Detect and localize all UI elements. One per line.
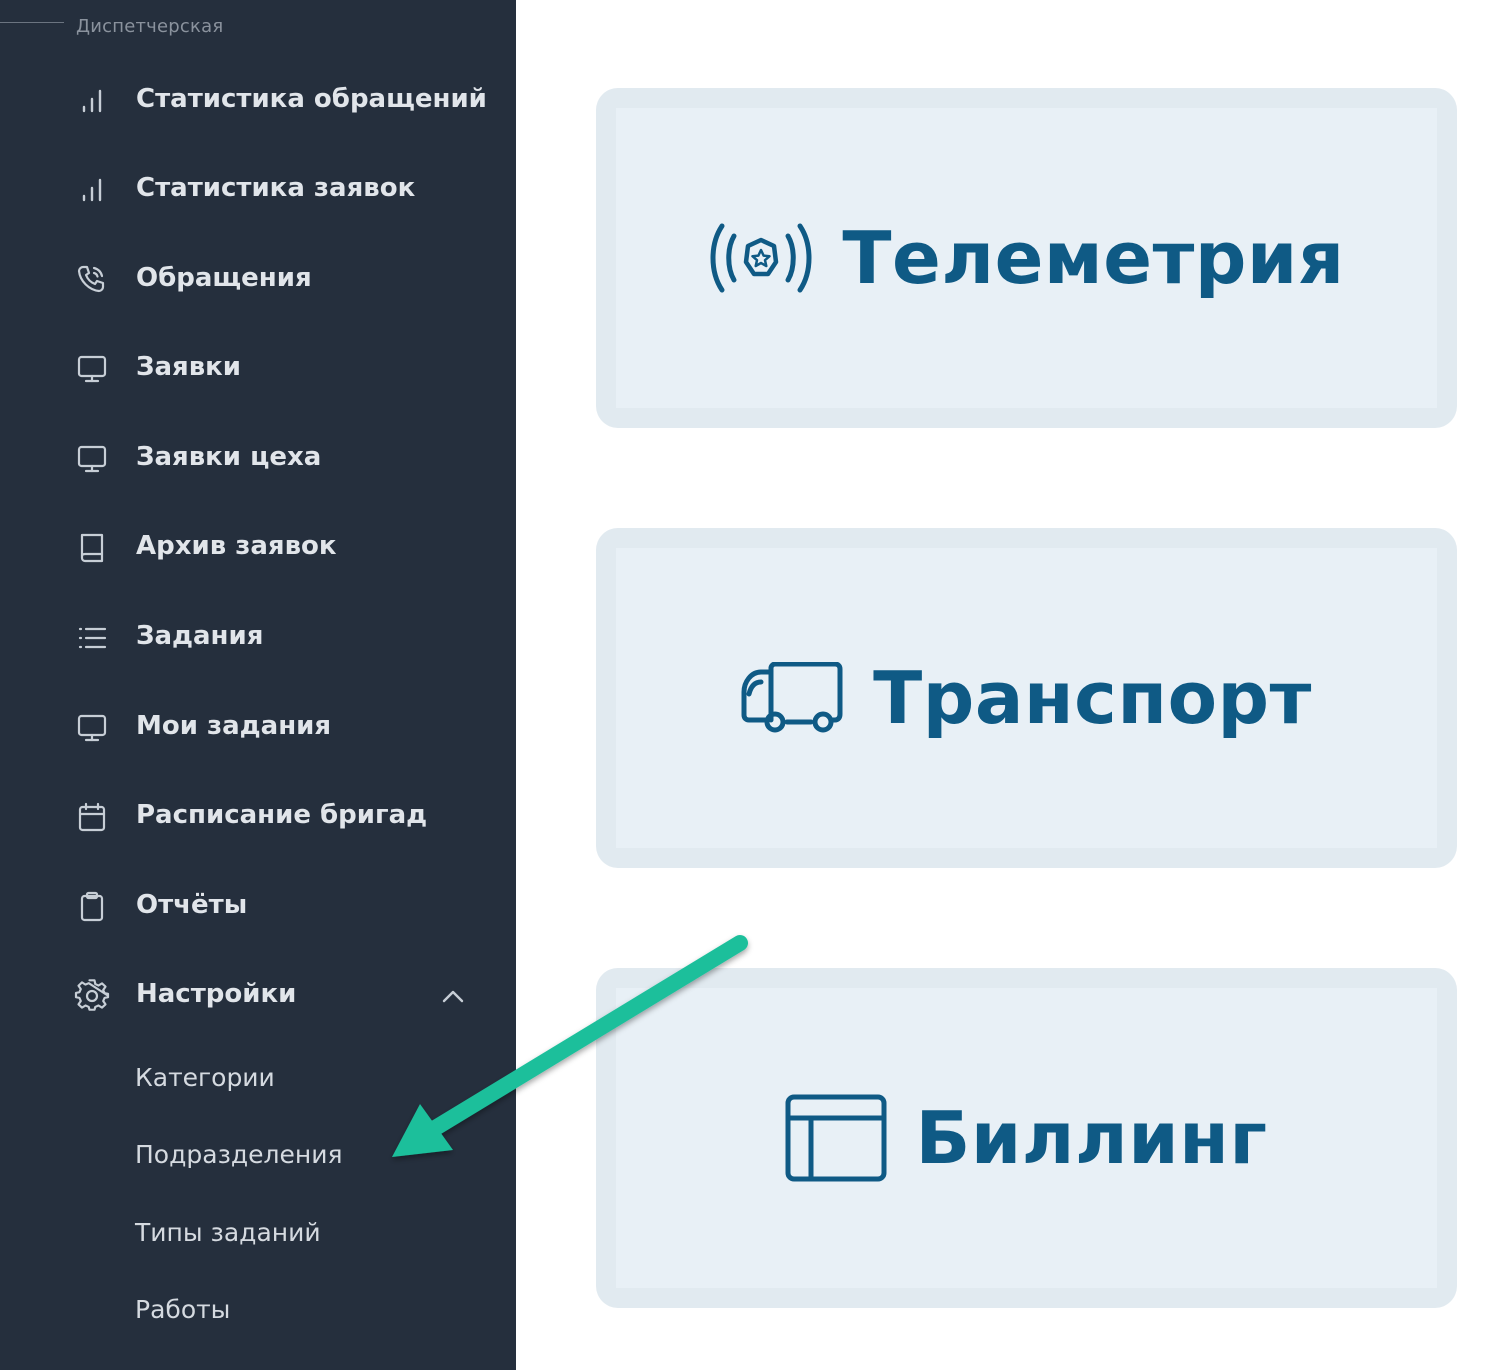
card-title: Транспорт xyxy=(873,656,1312,740)
monitor-icon xyxy=(74,351,110,387)
sidebar-item-label: Обращения xyxy=(136,263,312,293)
card-title: Телеметрия xyxy=(842,216,1345,300)
section-label: Диспетчерская xyxy=(76,16,224,37)
card-content: Телеметрия xyxy=(596,88,1457,428)
sidebar-item-label: Расписание бригад xyxy=(136,800,428,830)
sidebar-item-tickets-archive[interactable]: Архив заявок xyxy=(0,517,516,577)
sidebar-subitem-label: Категории xyxy=(135,1063,275,1092)
book-icon xyxy=(74,530,110,566)
phone-call-icon xyxy=(74,262,110,298)
billing-window-icon xyxy=(785,1094,887,1182)
sidebar-subitem-label: Типы заданий xyxy=(135,1218,321,1247)
sidebar-item-team-schedule[interactable]: Расписание бригад xyxy=(0,786,516,846)
sidebar-item-label: Статистика заявок xyxy=(136,173,416,203)
sidebar-subitem-label: Подразделения xyxy=(135,1140,343,1169)
sidebar-item-label: Отчёты xyxy=(136,890,248,920)
sidebar-subitem-label: Работы xyxy=(135,1295,231,1324)
sidebar-subitem-departments[interactable]: Подразделения xyxy=(0,1130,516,1180)
telemetry-broadcast-icon xyxy=(711,223,812,293)
sidebar-subitem-categories[interactable]: Категории xyxy=(0,1053,516,1103)
sidebar-item-label: Архив заявок xyxy=(136,531,337,561)
card-content: Транспорт xyxy=(596,528,1457,868)
card-transport[interactable]: Транспорт xyxy=(596,528,1457,868)
sidebar-subitem-task-types[interactable]: Типы заданий xyxy=(0,1208,516,1258)
sidebar-item-requests[interactable]: Обращения xyxy=(0,249,516,309)
section-divider xyxy=(0,22,64,23)
monitor-icon xyxy=(74,710,110,746)
sidebar-item-my-tasks[interactable]: Мои задания xyxy=(0,697,516,757)
card-title: Биллинг xyxy=(915,1096,1268,1180)
sidebar-item-label: Задания xyxy=(136,621,264,651)
card-billing[interactable]: Биллинг xyxy=(596,968,1457,1308)
sidebar-item-label: Настройки xyxy=(136,979,297,1009)
monitor-icon xyxy=(74,441,110,477)
sidebar: Диспетчерская Статистика обращений Стати… xyxy=(0,0,516,1370)
truck-icon xyxy=(741,662,843,733)
chevron-up-icon[interactable] xyxy=(438,983,468,1009)
sidebar-subitem-works[interactable]: Работы xyxy=(0,1285,516,1335)
sidebar-item-tickets-statistics[interactable]: Статистика заявок xyxy=(0,159,516,219)
sidebar-item-reports[interactable]: Отчёты xyxy=(0,876,516,936)
sidebar-item-tasks[interactable]: Задания xyxy=(0,607,516,667)
gear-icon xyxy=(74,978,110,1014)
sidebar-item-label: Мои задания xyxy=(136,711,332,741)
bar-chart-icon xyxy=(74,172,110,208)
sidebar-item-label: Заявки xyxy=(136,352,242,382)
calendar-icon xyxy=(74,799,110,835)
sidebar-item-workshop-tickets[interactable]: Заявки цеха xyxy=(0,428,516,488)
sidebar-item-tickets[interactable]: Заявки xyxy=(0,338,516,398)
sidebar-item-requests-statistics[interactable]: Статистика обращений xyxy=(0,70,516,130)
list-icon xyxy=(74,620,110,656)
sidebar-item-label: Статистика обращений xyxy=(136,84,487,114)
bar-chart-icon xyxy=(74,83,110,119)
clipboard-icon xyxy=(74,889,110,925)
card-content: Биллинг xyxy=(596,968,1457,1308)
sidebar-item-settings[interactable]: Настройки xyxy=(0,965,516,1025)
sidebar-item-label: Заявки цеха xyxy=(136,442,322,472)
card-telemetry[interactable]: Телеметрия xyxy=(596,88,1457,428)
